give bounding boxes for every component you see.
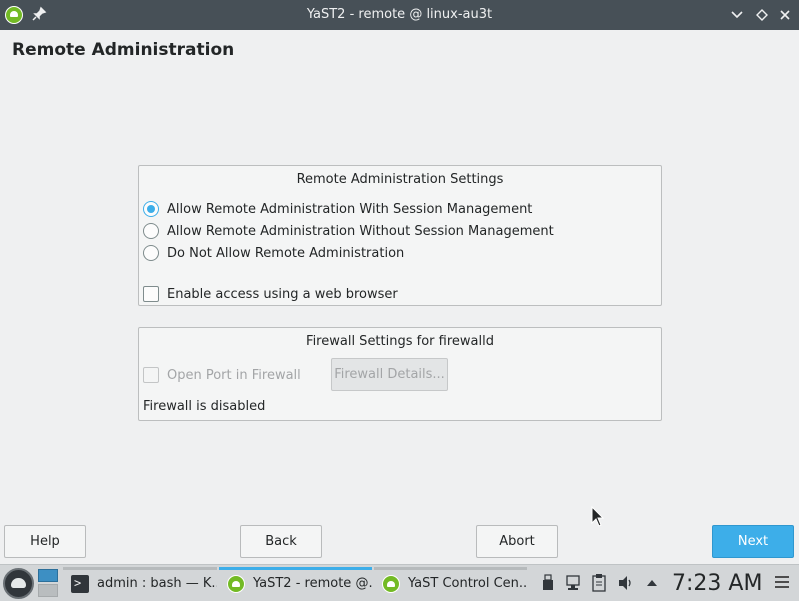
firewall-settings-title: Firewall Settings for firewalld (306, 334, 494, 349)
clock[interactable]: 7:23 AM (672, 568, 762, 599)
radio-button-selected[interactable] (143, 201, 159, 217)
help-button[interactable]: Help (4, 525, 86, 558)
web-browser-checkbox[interactable] (143, 286, 159, 302)
radio-button[interactable] (143, 245, 159, 261)
abort-button[interactable]: Abort (476, 525, 558, 558)
network-icon[interactable] (565, 571, 583, 595)
page-title: Remote Administration (12, 40, 235, 60)
volume-icon[interactable] (617, 571, 635, 595)
open-port-label: Open Port in Firewall (167, 367, 301, 383)
firewall-status-text: Firewall is disabled (143, 399, 266, 414)
next-button[interactable]: Next (712, 525, 794, 558)
radio-no-remote-administration[interactable]: Do Not Allow Remote Administration (143, 244, 404, 262)
task-label: YaST Control Cen... (408, 576, 527, 591)
close-button[interactable] (776, 6, 794, 24)
task-yast-control-center[interactable]: YaST Control Cen... (374, 567, 527, 600)
task-terminal[interactable]: admin : bash — K... (63, 567, 217, 600)
radio-label: Allow Remote Administration With Session… (167, 201, 533, 217)
window-titlebar: YaST2 - remote @ linux-au3t (0, 0, 799, 30)
firewall-settings-group: Firewall Settings for firewalld Open Por… (138, 327, 662, 421)
clipboard-icon[interactable] (591, 571, 609, 595)
remote-settings-group: Remote Administration Settings Allow Rem… (138, 165, 662, 306)
maximize-button[interactable] (753, 6, 771, 24)
tray-expand-arrow-icon[interactable] (643, 571, 661, 595)
desktop-1[interactable] (38, 569, 58, 582)
back-button[interactable]: Back (240, 525, 322, 558)
usb-device-icon[interactable] (540, 571, 558, 595)
radio-label: Allow Remote Administration Without Sess… (167, 223, 554, 239)
yast-icon (227, 574, 245, 593)
window-title: YaST2 - remote @ linux-au3t (306, 7, 493, 22)
yast-icon (382, 574, 400, 593)
firewall-details-button[interactable]: Firewall Details... (331, 358, 448, 391)
radio-label: Do Not Allow Remote Administration (167, 245, 405, 261)
open-port-checkbox[interactable] (143, 367, 159, 383)
task-label: YaST2 - remote @... (253, 576, 372, 591)
remote-settings-title: Remote Administration Settings (296, 172, 504, 187)
taskbar: admin : bash — K... YaST2 - remote @... … (0, 564, 799, 601)
application-launcher-icon[interactable] (3, 568, 34, 599)
web-browser-label: Enable access using a web browser (167, 286, 398, 302)
radio-without-session-management[interactable]: Allow Remote Administration Without Sess… (143, 222, 554, 240)
radio-button[interactable] (143, 223, 159, 239)
open-port-checkbox-row[interactable]: Open Port in Firewall (143, 366, 301, 384)
minimize-button[interactable] (728, 6, 746, 24)
desktop-2[interactable] (38, 584, 58, 597)
radio-with-session-management[interactable]: Allow Remote Administration With Session… (143, 200, 532, 218)
terminal-icon (71, 574, 89, 593)
mouse-cursor-icon (591, 505, 605, 532)
task-label: admin : bash — K... (97, 576, 217, 591)
panel-menu-icon[interactable] (775, 576, 789, 590)
web-browser-checkbox-row[interactable]: Enable access using a web browser (143, 285, 398, 303)
task-yast-remote[interactable]: YaST2 - remote @... (219, 567, 372, 600)
virtual-desktop-pager[interactable] (38, 569, 58, 597)
